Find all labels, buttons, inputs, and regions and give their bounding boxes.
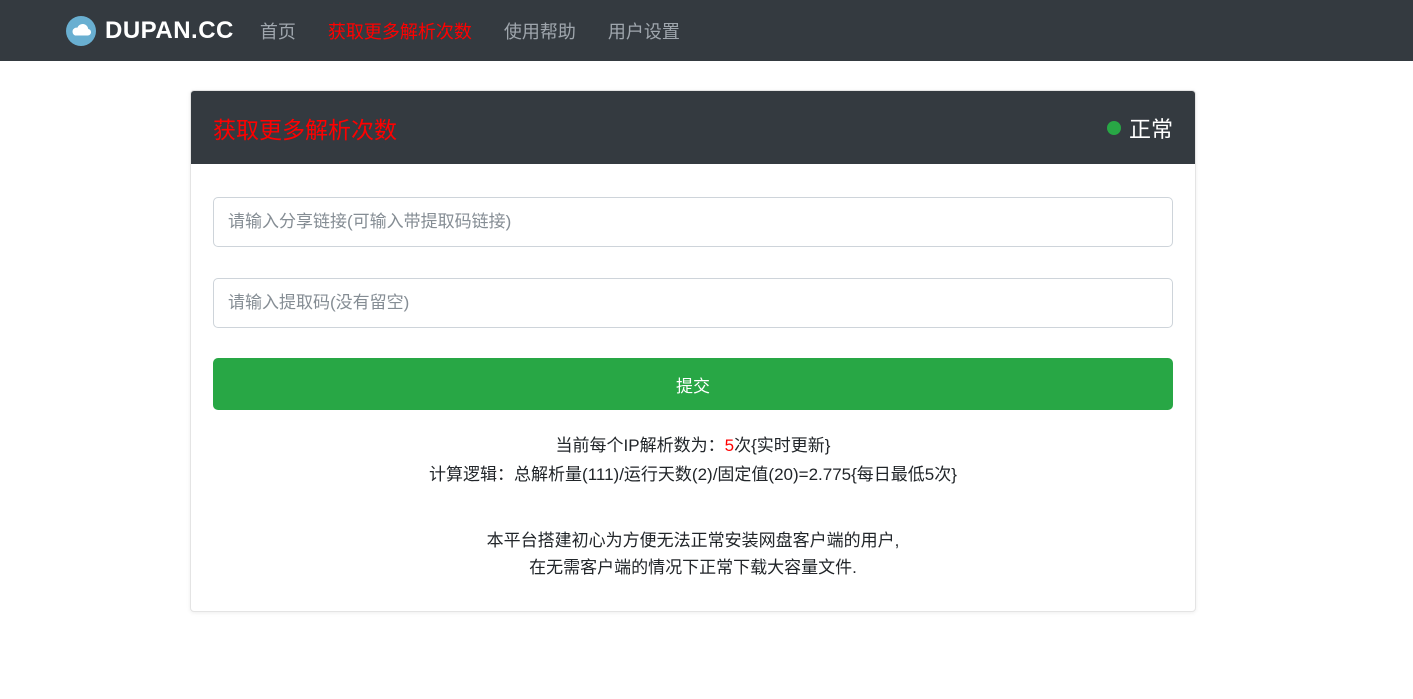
stats-block: 当前每个IP解析数为：5次{实时更新} 计算逻辑：总解析量(111)/运行天数(… [213,431,1173,489]
card-header: 获取更多解析次数 正常 [191,91,1195,164]
nav-item-get-more-parses[interactable]: 获取更多解析次数 [312,10,488,52]
brand-text: DUPAN.CC [105,17,234,45]
notes-block: 本平台搭建初心为方便无法正常安装网盘客户端的用户, 在无需客户端的情况下正常下载… [213,527,1173,581]
stats-line1: 当前每个IP解析数为：5次{实时更新} [213,431,1173,460]
status-label: 正常 [1129,112,1173,144]
nav-item-home[interactable]: 首页 [244,10,312,52]
nav-item-user-settings[interactable]: 用户设置 [592,10,696,52]
card-body: 提交 当前每个IP解析数为：5次{实时更新} 计算逻辑：总解析量(111)/运行… [191,164,1195,611]
submit-button[interactable]: 提交 [213,358,1173,410]
stats-line1-prefix: 当前每个IP解析数为： [556,436,725,455]
share-link-input[interactable] [213,197,1173,247]
status-badge: 正常 [1107,112,1173,144]
parse-card: 获取更多解析次数 正常 提交 当前每个IP解析数为：5次{实时更新} 计算逻辑：… [190,90,1196,612]
status-dot-icon [1107,121,1121,135]
note-line1: 本平台搭建初心为方便无法正常安装网盘客户端的用户, [213,527,1173,554]
note-line2: 在无需客户端的情况下正常下载大容量文件. [213,554,1173,581]
extraction-code-input[interactable] [213,278,1173,328]
stats-line1-suffix: 次{实时更新} [734,436,830,455]
card-title: 获取更多解析次数 [213,111,397,145]
brand[interactable]: DUPAN.CC [66,16,234,46]
navbar: DUPAN.CC 首页 获取更多解析次数 使用帮助 用户设置 [0,0,1413,61]
cloud-logo-icon [66,16,96,46]
nav-item-help[interactable]: 使用帮助 [488,10,592,52]
stats-line2: 计算逻辑：总解析量(111)/运行天数(2)/固定值(20)=2.775{每日最… [213,460,1173,489]
nav-links: 首页 获取更多解析次数 使用帮助 用户设置 [244,10,696,52]
stats-line1-highlight: 5 [725,436,734,455]
